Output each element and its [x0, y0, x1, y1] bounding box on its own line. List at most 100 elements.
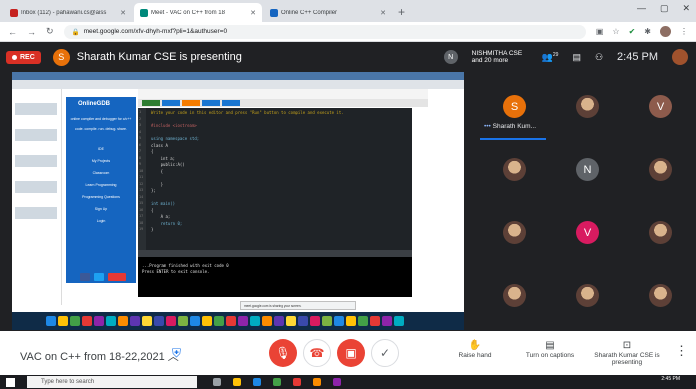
taskbar-app-icon[interactable]: [322, 316, 332, 326]
task-view-icon[interactable]: [213, 378, 221, 386]
meet-action-button[interactable]: ⊡ Sharath Kumar CSE is presenting: [592, 340, 662, 366]
app-icon[interactable]: [313, 378, 321, 386]
taskbar-app-icon[interactable]: [358, 316, 368, 326]
app-icon[interactable]: [333, 378, 341, 386]
taskbar-app-icon[interactable]: [82, 316, 92, 326]
chrome-icon[interactable]: [273, 378, 281, 386]
taskbar-app-icon[interactable]: [370, 316, 380, 326]
leave-call-button[interactable]: ☎: [303, 339, 331, 367]
taskbar-app-icon[interactable]: [310, 316, 320, 326]
taskbar-app-icon[interactable]: [274, 316, 284, 326]
close-tab-icon[interactable]: ✕: [120, 9, 126, 17]
sidebar-item[interactable]: IDE: [66, 147, 136, 151]
windows-start-icon[interactable]: [6, 377, 15, 387]
taskbar-app-icon[interactable]: [106, 316, 116, 326]
taskbar-app-icon[interactable]: [190, 316, 200, 326]
taskbar-app-icon[interactable]: [394, 316, 404, 326]
participant-tile[interactable]: S: [480, 87, 550, 127]
taskbar-app-icon[interactable]: [70, 316, 80, 326]
meeting-title[interactable]: VAC on C++ from 18-22,2021 ︿: [20, 348, 179, 364]
taskbar-app-icon[interactable]: [142, 316, 152, 326]
participant-tile[interactable]: N: [553, 150, 623, 190]
taskbar-app-icon[interactable]: [262, 316, 272, 326]
people-icon[interactable]: 👥29: [542, 52, 559, 63]
taskbar-app-icon[interactable]: [382, 316, 392, 326]
sidebar-item[interactable]: Sign Up: [66, 207, 136, 211]
participant-tile[interactable]: [626, 150, 696, 190]
browser-tab[interactable]: Inbox (112) - pahawani.cs@aiss ✕: [4, 3, 132, 22]
taskbar-app-icon[interactable]: [154, 316, 164, 326]
taskbar-app-icon[interactable]: [178, 316, 188, 326]
check-icon[interactable]: ✔: [629, 27, 636, 36]
taskbar-app-icon[interactable]: [298, 316, 308, 326]
participant-tile[interactable]: [480, 150, 550, 190]
url-field[interactable]: 🔒 meet.google.com/xfv-dhyh-mxf?pli=1&aut…: [63, 24, 586, 39]
facebook-icon[interactable]: [80, 273, 90, 281]
mic-off-button[interactable]: 🎙: [269, 339, 297, 367]
more-options-icon[interactable]: ⋮: [675, 343, 688, 359]
sidebar-item[interactable]: Classroom: [66, 171, 136, 175]
taskbar-app-icon[interactable]: [202, 316, 212, 326]
code-editor[interactable]: 1 Write your code in this editor and pres…: [138, 108, 412, 250]
edge-icon[interactable]: [253, 378, 261, 386]
star-icon[interactable]: ☆: [612, 27, 619, 36]
sidebar-item[interactable]: Login: [66, 219, 136, 223]
puzzle-icon[interactable]: ✱: [644, 27, 651, 36]
participant-tile[interactable]: [553, 276, 623, 316]
taskbar-app-icon[interactable]: [250, 316, 260, 326]
taskbar-app-icon[interactable]: [334, 316, 344, 326]
participant-tile[interactable]: [480, 276, 550, 316]
share-button[interactable]: [202, 100, 220, 106]
chat-icon[interactable]: ▤: [572, 52, 581, 63]
minimize-icon[interactable]: —: [637, 3, 646, 14]
participant-tile[interactable]: [626, 213, 696, 253]
taskbar-app-icon[interactable]: [118, 316, 128, 326]
meet-action-button[interactable]: ✋ Raise hand: [440, 340, 510, 359]
back-icon[interactable]: ←: [8, 27, 17, 37]
profile-avatar[interactable]: [660, 26, 671, 37]
app-icon[interactable]: [293, 378, 301, 386]
captions-check-button[interactable]: ✓: [371, 339, 399, 367]
close-tab-icon[interactable]: ✕: [380, 9, 386, 17]
sidebar-item[interactable]: My Projects: [66, 159, 136, 163]
save-button[interactable]: [222, 100, 240, 106]
meet-action-button[interactable]: ▤ Turn on captions: [515, 340, 585, 359]
sidebar-item[interactable]: Programming Questions: [66, 195, 136, 199]
camera-icon[interactable]: ▣: [596, 27, 604, 36]
sidebar-item[interactable]: Learn Programming: [66, 183, 136, 187]
self-avatar[interactable]: [672, 49, 688, 65]
maximize-icon[interactable]: ▢: [660, 3, 669, 14]
share-icon[interactable]: [108, 273, 126, 281]
close-tab-icon[interactable]: ✕: [250, 9, 256, 17]
taskbar-search[interactable]: Type here to search: [27, 376, 197, 388]
debug-button[interactable]: [162, 100, 180, 106]
new-tab-icon[interactable]: +: [398, 5, 405, 19]
taskbar-app-icon[interactable]: [214, 316, 224, 326]
taskbar-app-icon[interactable]: [346, 316, 356, 326]
taskbar-app-icon[interactable]: [58, 316, 68, 326]
taskbar-app-icon[interactable]: [238, 316, 248, 326]
activities-icon[interactable]: ⚇: [595, 52, 603, 63]
browser-tab[interactable]: Online C++ Compiler ✕: [264, 3, 392, 22]
forward-icon[interactable]: →: [27, 27, 36, 37]
reload-icon[interactable]: ↻: [46, 26, 54, 37]
participant-tile[interactable]: V: [626, 87, 696, 127]
participant-tile[interactable]: [553, 87, 623, 127]
file-explorer-icon[interactable]: [233, 378, 241, 386]
camera-off-button[interactable]: ▣: [337, 339, 365, 367]
taskbar-app-icon[interactable]: [46, 316, 56, 326]
browser-tab[interactable]: Meet - VAC on C++ from 18 ✕: [134, 3, 262, 22]
run-button[interactable]: [142, 100, 160, 106]
menu-icon[interactable]: ⋮: [680, 27, 688, 36]
shield-icon[interactable]: ⛨: [172, 346, 181, 361]
close-icon[interactable]: ✕: [682, 3, 690, 14]
participant-tile[interactable]: [626, 276, 696, 316]
taskbar-app-icon[interactable]: [94, 316, 104, 326]
stop-button[interactable]: [182, 100, 200, 106]
participant-tile[interactable]: V: [553, 213, 623, 253]
twitter-icon[interactable]: [94, 273, 104, 281]
taskbar-app-icon[interactable]: [286, 316, 296, 326]
taskbar-app-icon[interactable]: [166, 316, 176, 326]
taskbar-app-icon[interactable]: [130, 316, 140, 326]
participant-tile[interactable]: [480, 213, 550, 253]
